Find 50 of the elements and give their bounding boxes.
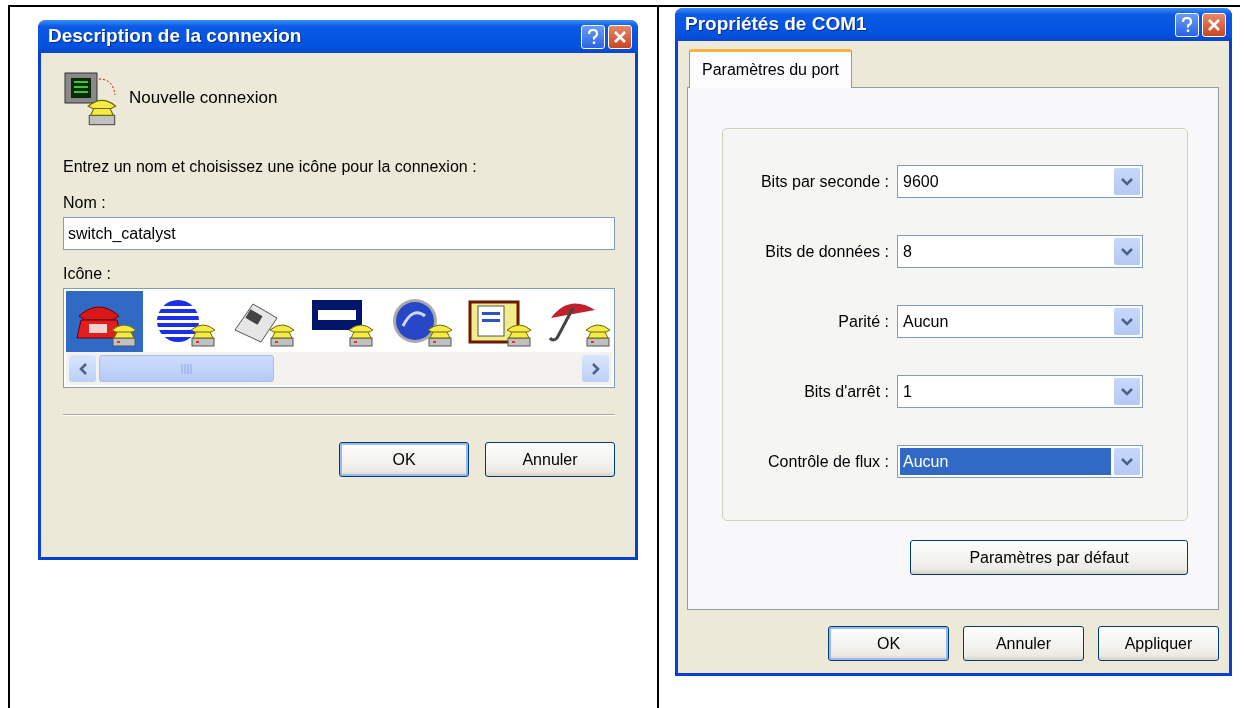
icon-option[interactable]: [66, 291, 143, 352]
field-label: Contrôle de flux :: [767, 451, 890, 472]
help-button[interactable]: [1175, 12, 1199, 37]
default-settings-button[interactable]: Paramètres par défaut: [910, 540, 1188, 575]
cancel-button[interactable]: Annuler: [963, 626, 1084, 661]
field-label: Nom :: [63, 193, 107, 213]
close-icon: [613, 29, 627, 44]
scroll-right-button[interactable]: [582, 355, 609, 382]
grip-icon: [180, 363, 193, 374]
chevron-down-icon: [1121, 387, 1133, 396]
ok-button[interactable]: OK: [828, 626, 949, 661]
close-button[interactable]: [1202, 12, 1226, 37]
tab[interactable]: Paramètres du port: [689, 49, 852, 88]
help-button[interactable]: [581, 24, 605, 49]
dropdown-field[interactable]: 1: [897, 375, 1143, 408]
scroll-left-button[interactable]: [69, 355, 96, 382]
ok-button[interactable]: OK: [339, 442, 469, 477]
cancel-button[interactable]: Annuler: [485, 442, 615, 477]
help-icon: [587, 28, 599, 45]
chevron-right-icon: [590, 362, 601, 375]
chevron-down-icon: [1121, 177, 1133, 186]
dropdown-button[interactable]: [1114, 168, 1140, 195]
dropdown-button[interactable]: [1114, 448, 1140, 475]
help-icon: [1181, 16, 1193, 33]
window-title: Description de la connexion: [48, 24, 303, 49]
name-field[interactable]: switch_catalyst: [63, 217, 615, 250]
dropdown-field[interactable]: Aucun: [897, 445, 1143, 478]
chevron-down-icon: [1121, 457, 1133, 466]
close-icon: [1207, 17, 1221, 32]
chevron-down-icon: [1121, 247, 1133, 256]
field-label: Parité :: [837, 311, 890, 332]
scroll-thumb[interactable]: [99, 355, 274, 382]
dropdown-button[interactable]: [1114, 308, 1140, 335]
dropdown-field[interactable]: Aucun: [897, 305, 1143, 338]
field-label: Bits d'arrêt :: [803, 381, 890, 402]
dropdown-field[interactable]: 8: [897, 235, 1143, 268]
chevron-down-icon: [1121, 317, 1133, 326]
connection-name: Nouvelle connexion: [129, 87, 278, 110]
instruction-text: Entrez un nom et choisissez une icône pour la connexion :: [63, 157, 478, 177]
horizontal-scrollbar[interactable]: [66, 352, 612, 385]
field-label: Bits de données :: [764, 241, 890, 262]
chevron-left-icon: [77, 362, 88, 375]
apply-button[interactable]: Appliquer: [1098, 626, 1219, 661]
dropdown-button[interactable]: [1114, 238, 1140, 265]
dropdown-field[interactable]: 9600: [897, 165, 1143, 198]
field-label: Icône :: [63, 264, 113, 284]
dropdown-button[interactable]: [1114, 378, 1140, 405]
field-label: Bits par seconde :: [759, 171, 890, 192]
close-button[interactable]: [608, 24, 632, 49]
window-title: Propriétés de COM1: [685, 12, 868, 37]
